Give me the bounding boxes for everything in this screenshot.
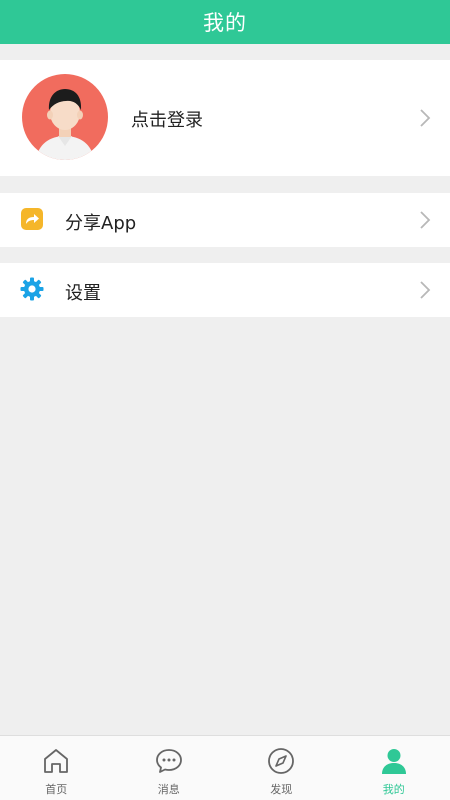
share-app-row[interactable]: 分享App: [0, 193, 450, 247]
tab-home[interactable]: 首页: [0, 736, 113, 800]
user-icon: [381, 749, 406, 774]
settings-label: 设置: [65, 283, 101, 304]
bottom-tab-bar: 首页 消息 发现 我的: [0, 735, 450, 800]
header-bar: 我的: [0, 0, 450, 44]
chevron-right-icon: [420, 281, 431, 299]
tab-messages-label: 消息: [157, 783, 180, 796]
message-icon: [155, 749, 182, 773]
chevron-right-icon: [420, 211, 431, 229]
profile-login-row[interactable]: 点击登录: [0, 60, 450, 176]
share-app-label: 分享App: [65, 213, 137, 234]
page-title: 我的: [203, 11, 247, 35]
tab-messages[interactable]: 消息: [113, 736, 226, 800]
gear-icon: [20, 277, 44, 301]
settings-row[interactable]: 设置: [0, 263, 450, 317]
tab-profile[interactable]: 我的: [338, 736, 450, 800]
login-label[interactable]: 点击登录: [131, 106, 203, 132]
share-icon: [21, 208, 43, 230]
tab-profile-label: 我的: [382, 783, 405, 796]
screen: 我的 点击登录 分享App 设置 首页 消息 发现 我的: [0, 0, 450, 800]
compass-icon: [268, 748, 295, 774]
avatar[interactable]: [22, 74, 108, 160]
tab-home-label: 首页: [45, 783, 68, 796]
tab-discover-label: 发现: [270, 783, 293, 796]
home-icon: [44, 749, 69, 773]
tab-discover[interactable]: 发现: [225, 736, 338, 800]
chevron-right-icon: [420, 109, 431, 127]
